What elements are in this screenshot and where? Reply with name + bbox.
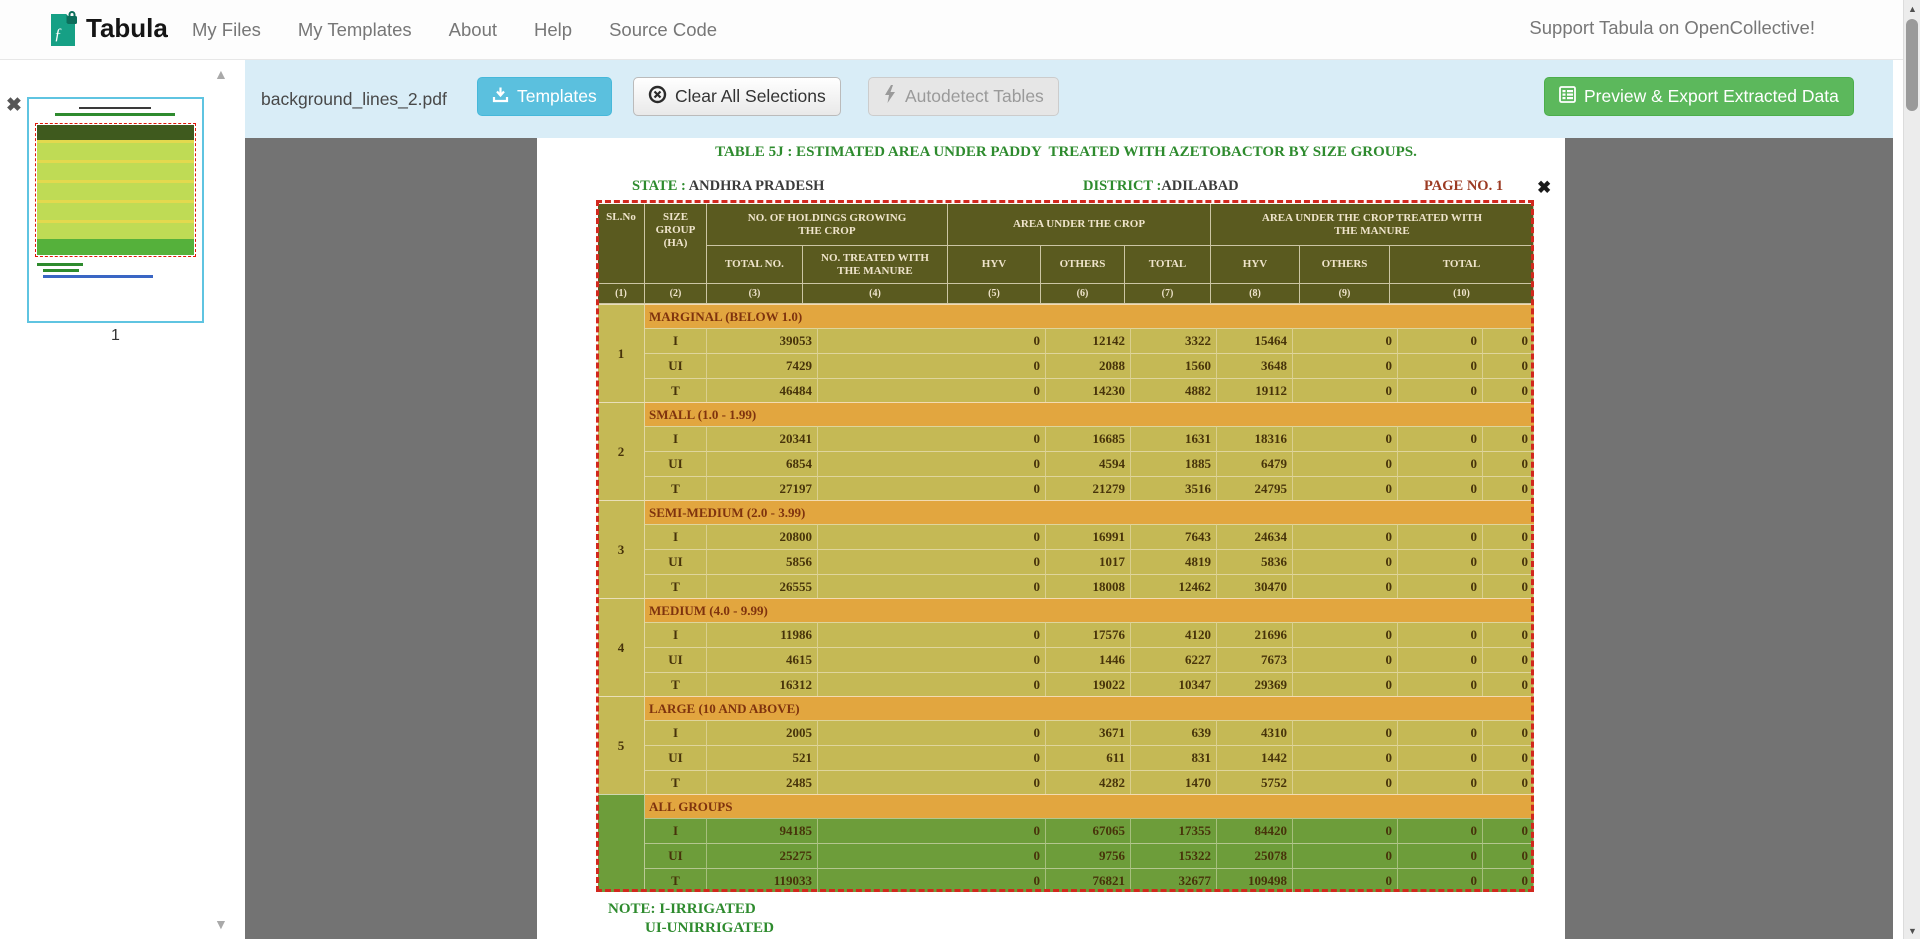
brand-title[interactable]: Tabula [86, 13, 168, 44]
scrollbar-up-icon[interactable]: ▲ [1904, 0, 1920, 17]
nav-items: My Files My Templates About Help Source Code [192, 0, 717, 60]
pdf-viewer: TABLE 5J : ESTIMATED AREA UNDER PADDY TR… [245, 138, 1893, 939]
toolbar: background_lines_2.pdf Templates Clear A… [245, 60, 1893, 138]
autodetect-tables-button[interactable]: Autodetect Tables [868, 77, 1059, 116]
scrollbar-down-icon[interactable]: ▼ [1904, 922, 1920, 939]
thumb-selection-box [35, 123, 196, 257]
table-title: TABLE 5J : ESTIMATED AREA UNDER PADDY TR… [598, 144, 1534, 161]
thumb-note-line [43, 269, 79, 272]
clear-all-selections-button[interactable]: Clear All Selections [633, 77, 841, 116]
lightning-icon [883, 85, 897, 108]
nav-item-my-files[interactable]: My Files [192, 19, 261, 41]
page-scrollbar[interactable]: ▲ ▼ [1903, 0, 1920, 939]
pdf-page[interactable]: TABLE 5J : ESTIMATED AREA UNDER PADDY TR… [537, 138, 1565, 939]
support-link[interactable]: Support Tabula on OpenCollective! [1529, 17, 1815, 39]
preview-export-button[interactable]: Preview & Export Extracted Data [1544, 77, 1854, 116]
district-field: DISTRICT :ADILABAD [1083, 178, 1239, 195]
document-filename: background_lines_2.pdf [261, 60, 447, 138]
scrollbar-thumb[interactable] [1906, 19, 1918, 111]
nav-item-help[interactable]: Help [534, 19, 572, 41]
nav-item-source-code[interactable]: Source Code [609, 19, 717, 41]
tabula-app: ƒ Tabula My Files My Templates About Help So… [0, 0, 1920, 939]
templates-import-icon [492, 86, 509, 108]
circle-x-icon [648, 85, 667, 109]
table-selection-box[interactable] [596, 200, 1534, 892]
sidebar-scroll-down-icon[interactable]: ▼ [214, 916, 228, 932]
nav-item-my-templates[interactable]: My Templates [298, 19, 412, 41]
table-export-icon [1559, 86, 1576, 108]
thumb-table [37, 125, 194, 255]
state-field: STATE : ANDHRA PRADESH [632, 178, 824, 195]
thumbnail-page-number: 1 [27, 327, 204, 345]
selection-close-icon[interactable]: ✖ [1537, 178, 1551, 198]
thumb-note-line [37, 263, 83, 266]
svg-text:ƒ: ƒ [54, 26, 62, 43]
remove-page-icon[interactable]: ✖ [6, 94, 22, 117]
thumb-note-line [43, 275, 153, 278]
tabula-logo-icon[interactable]: ƒ [44, 11, 81, 49]
note-unirrigated: UI-UNIRRIGATED [645, 920, 774, 937]
nav-item-about[interactable]: About [449, 19, 497, 41]
navbar: ƒ Tabula My Files My Templates About Help So… [0, 0, 1903, 60]
templates-button[interactable]: Templates [477, 77, 612, 116]
thumb-subtitle-line [55, 113, 175, 116]
sidebar-scroll-up-icon[interactable]: ▲ [214, 66, 228, 82]
note-irrigated: NOTE: I-IRRIGATED [608, 901, 756, 918]
thumbnail-sidebar: ✖ ▲ ▼ 1 [0, 60, 245, 939]
page-no-field: PAGE NO. 1 [1424, 178, 1503, 195]
page-thumbnail[interactable] [27, 97, 204, 323]
thumb-title-line [79, 107, 151, 109]
